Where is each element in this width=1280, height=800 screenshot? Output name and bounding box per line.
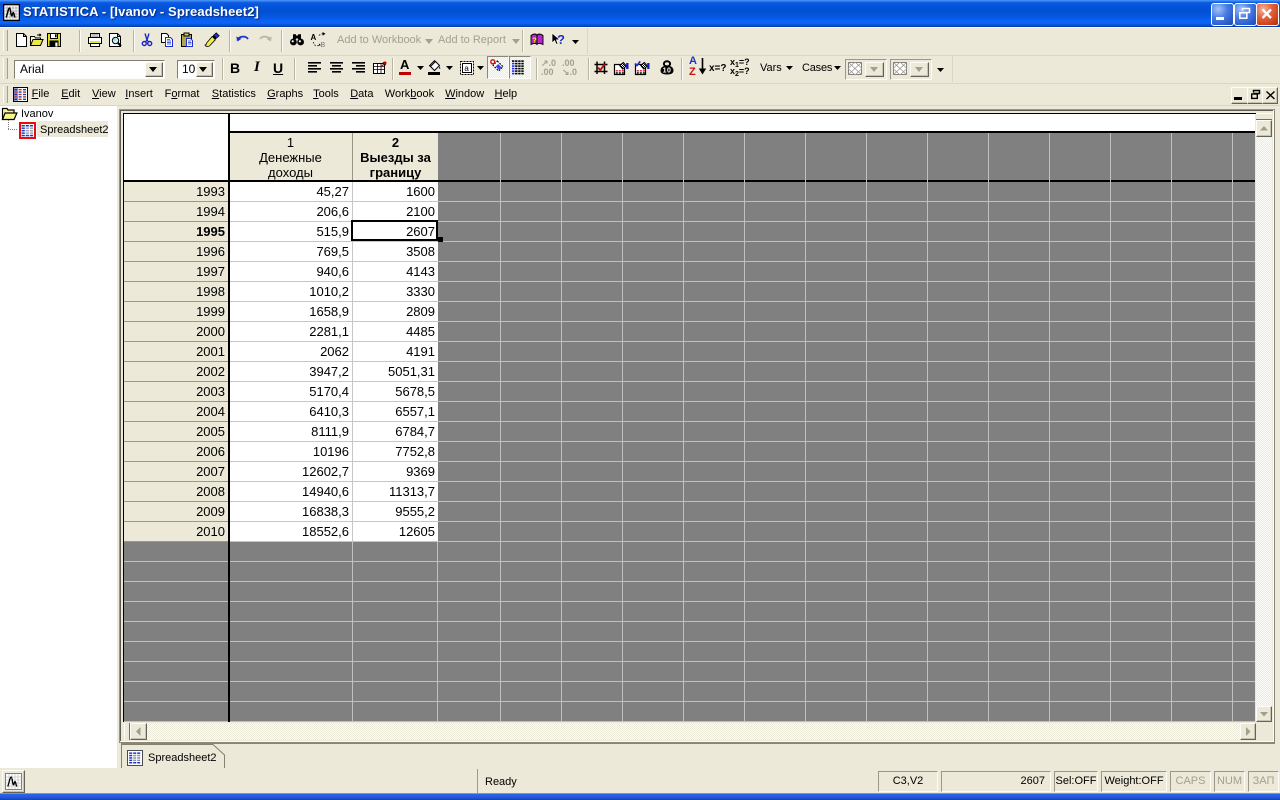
svg-text:a: a <box>464 64 469 73</box>
svg-text:A: A <box>311 33 317 42</box>
svg-text:10: 10 <box>663 68 672 75</box>
svg-text:?: ? <box>532 36 537 45</box>
svg-text:B: B <box>321 42 326 48</box>
